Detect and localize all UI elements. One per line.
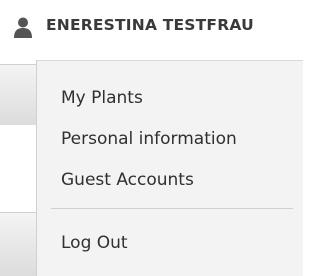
menu-divider [51,208,293,209]
menu-item-guest-accounts[interactable]: Guest Accounts [61,170,194,190]
menu-item-personal-information[interactable]: Personal information [61,129,237,149]
user-dropdown-menu: My Plants Personal information Guest Acc… [36,60,303,276]
background-panel-bottom [0,212,36,276]
user-menu-toggle[interactable]: ENERESTINA TESTFRAU [0,0,303,60]
user-name: ENERESTINA TESTFRAU [46,16,254,34]
account-dropdown-screen: ENERESTINA TESTFRAU My Plants Personal i… [0,0,303,276]
logout-button[interactable]: Log Out [61,233,128,253]
menu-item-my-plants[interactable]: My Plants [61,88,143,108]
background-panel-top [0,64,36,125]
user-icon [12,16,34,38]
